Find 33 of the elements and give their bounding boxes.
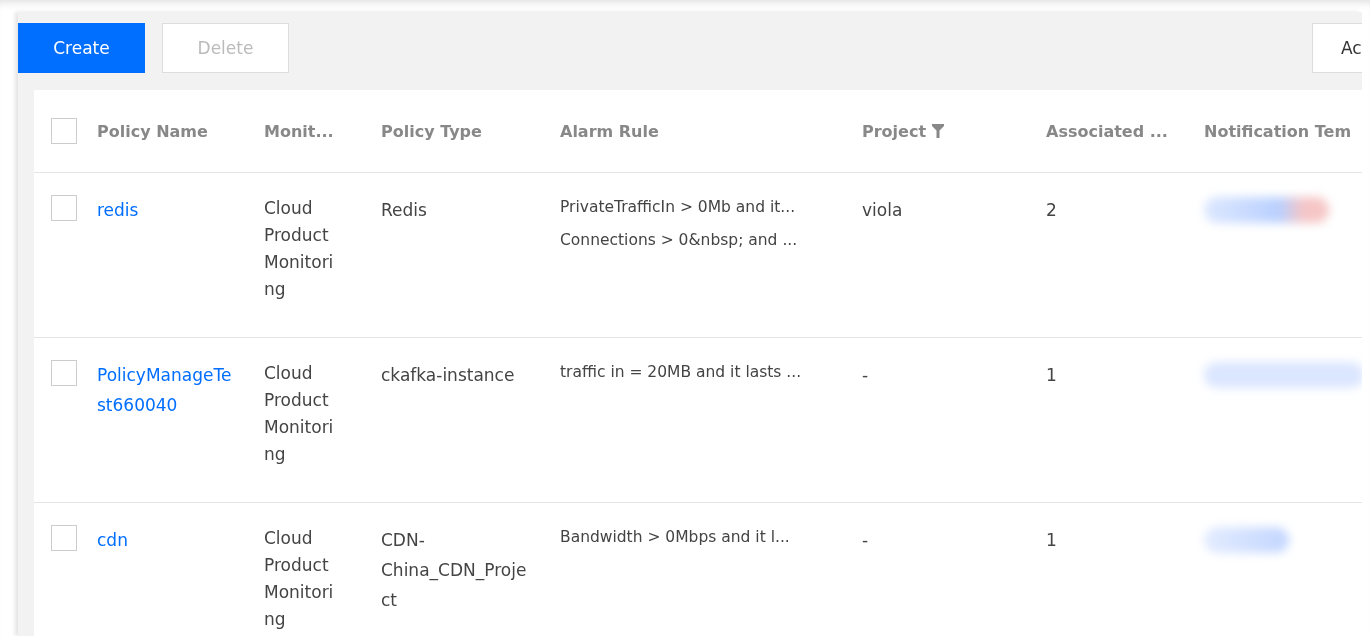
table-cell-text: Cloud Product Monitoring [264, 197, 335, 301]
table-cell-text: PrivateTrafficIn > 0Mb and it... [560, 197, 797, 218]
column-header: Associated ... [1046, 121, 1168, 141]
column-header: Monit... [264, 121, 334, 141]
toolbar-button[interactable]: Ac [1312, 23, 1362, 73]
table-cell-text: viola [862, 199, 903, 222]
table-cell-text: Cloud Product Monitoring [264, 362, 335, 466]
toolbar-button[interactable]: Create [18, 23, 145, 73]
checkbox[interactable] [51, 525, 77, 551]
table-cell-text: Connections > 0&nbsp; and ... [560, 230, 799, 251]
table-cell-text: Cloud Product Monitoring [264, 527, 335, 631]
checkbox[interactable] [51, 195, 77, 221]
column-header: Policy Type [381, 121, 482, 141]
table-cell-text: Bandwidth > 0Mbps and it l... [560, 527, 791, 548]
column-header: Policy Name [97, 121, 208, 141]
table-cell-text: 1 [1046, 364, 1057, 387]
filter-icon[interactable] [932, 124, 945, 138]
table-cell-text: - [862, 364, 869, 387]
table-cell-text: Redis [381, 199, 427, 222]
table-cell-text: traffic in = 20MB and it lasts ... [560, 362, 803, 383]
table-cell-text: 2 [1046, 199, 1057, 222]
checkbox[interactable] [51, 118, 77, 144]
column-header: Alarm Rule [560, 121, 659, 141]
table-cell-text: 1 [1046, 529, 1057, 552]
table-cell-text: - [862, 529, 869, 552]
policy-name-link[interactable]: PolicyManageTest660040 [97, 360, 237, 420]
table-cell-text: CDN-China_CDN_Project [381, 529, 528, 612]
policy-name-link[interactable]: redis [97, 195, 139, 225]
column-header: Project [862, 121, 927, 141]
checkbox[interactable] [51, 360, 77, 386]
table-cell-text: ckafka-instance [381, 364, 515, 387]
column-header: Notification Tem [1204, 121, 1352, 141]
policy-name-link[interactable]: cdn [97, 525, 128, 555]
